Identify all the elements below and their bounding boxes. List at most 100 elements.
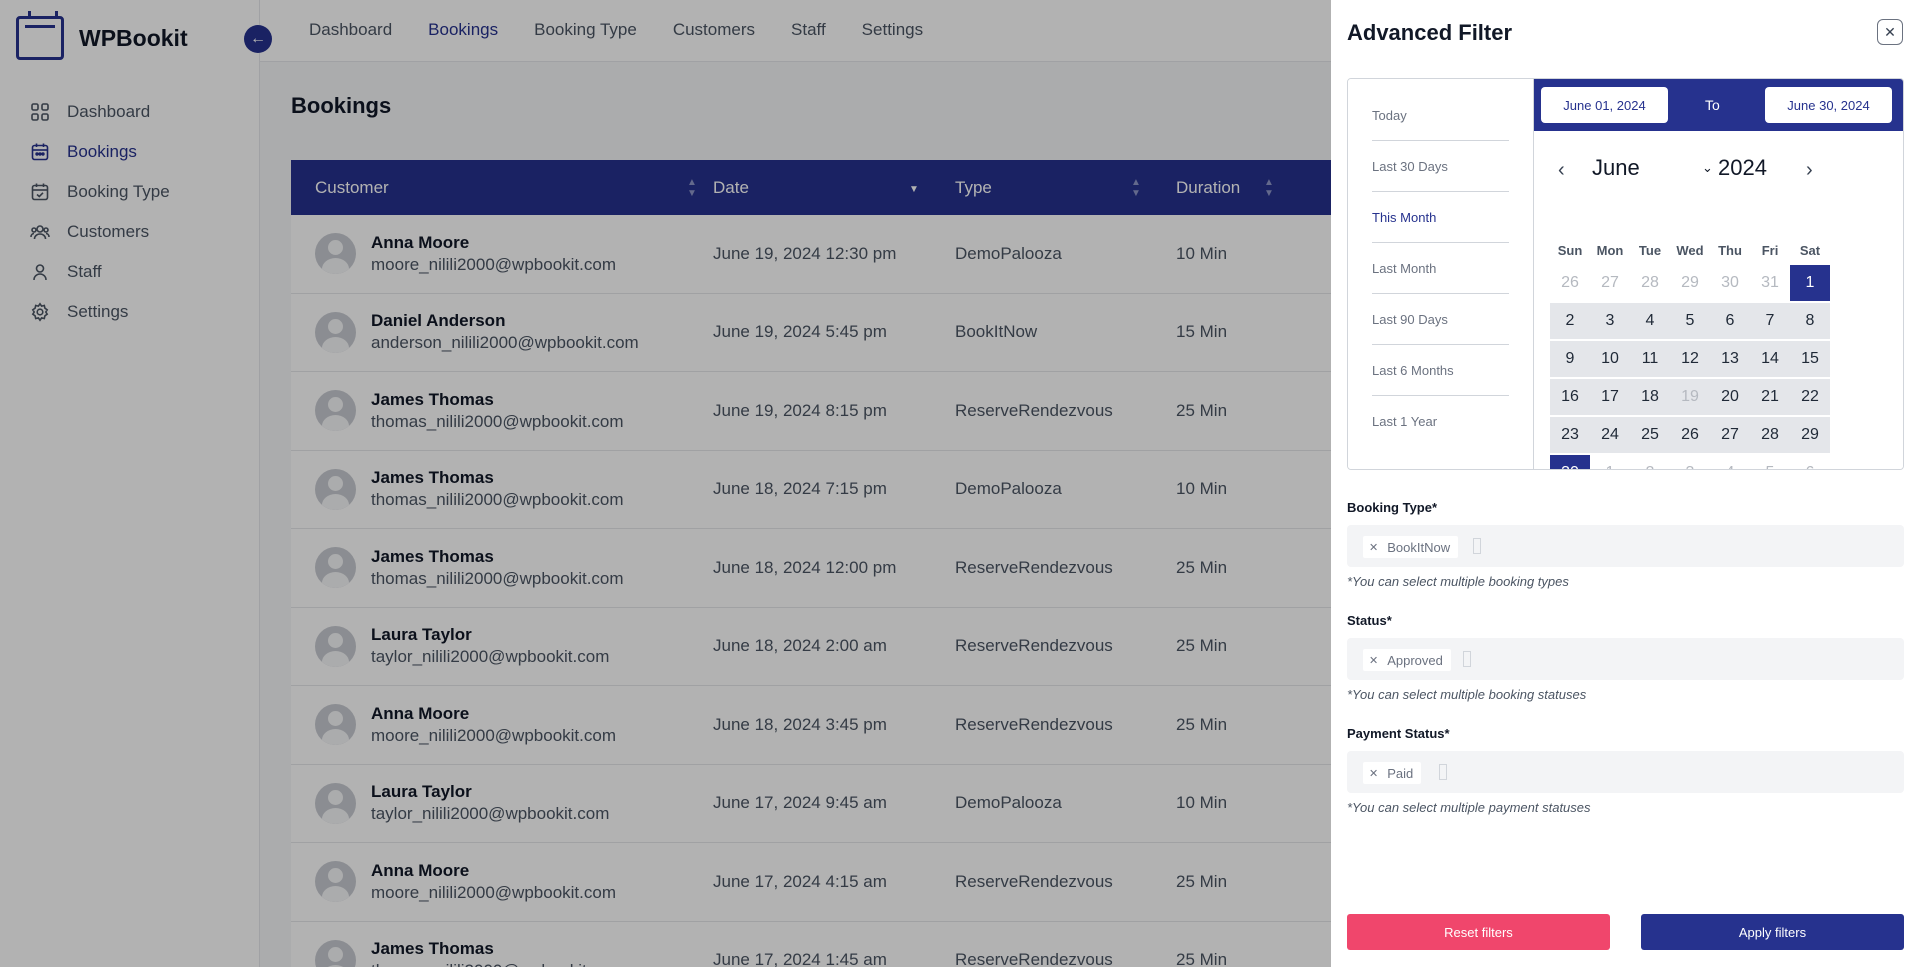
reset-filters-button[interactable]: Reset filters (1347, 914, 1610, 950)
payment-status-select[interactable]: ✕ Paid (1347, 751, 1904, 793)
chevron-down-icon: ⌄ (1702, 160, 1713, 175)
calendar-grid: 26 27 28 29 30 31 1 2 3 4 5 6 7 8 9 10 11 12 13 14 15 16 17 18 1… (1550, 265, 1830, 469)
calendar-day[interactable]: 18 (1630, 379, 1670, 415)
payment-status-hint: *You can select multiple payment statuse… (1347, 800, 1591, 815)
weekday-label: Sat (1799, 243, 1821, 258)
payment-status-chip: ✕ Paid (1363, 762, 1422, 784)
calendar-day[interactable]: 4 (1630, 303, 1670, 339)
weekday-label: Wed (1676, 243, 1704, 258)
next-month-button[interactable]: › (1806, 159, 1813, 182)
calendar-day[interactable]: 21 (1750, 379, 1790, 415)
weekday-label: Tue (1638, 243, 1662, 258)
calendar-day: 31 (1761, 274, 1779, 291)
prev-month-button[interactable]: ‹ (1558, 159, 1565, 182)
calendar-day: 29 (1681, 274, 1699, 291)
payment-status-label: Payment Status* (1347, 726, 1450, 741)
date-range-picker: Today Last 30 Days This Month Last Month… (1347, 78, 1904, 470)
status-select[interactable]: ✕ Approved (1347, 638, 1904, 680)
calendar-day[interactable]: 1 (1790, 265, 1830, 301)
calendar-day[interactable]: 30 (1550, 455, 1590, 469)
calendar-day: 4 (1710, 455, 1750, 469)
calendar-day[interactable]: 29 (1790, 417, 1830, 453)
panel-title: Advanced Filter (1347, 20, 1513, 45)
weekday-label: Fri (1761, 243, 1779, 258)
month-select[interactable]: June (1592, 155, 1640, 181)
calendar-day[interactable]: 26 (1670, 417, 1710, 453)
input-cursor (1473, 538, 1481, 554)
calendar-day[interactable]: 23 (1550, 417, 1590, 453)
status-label: Status* (1347, 613, 1392, 628)
preset-last-6-months[interactable]: Last 6 Months (1372, 345, 1509, 396)
preset-today[interactable]: Today (1372, 90, 1509, 141)
calendar: ‹ June ⌄ 2024 › Sun Mon Tue Wed Thu Fri … (1534, 131, 1903, 469)
calendar-day: 3 (1670, 455, 1710, 469)
booking-type-label: Booking Type* (1347, 500, 1438, 515)
calendar-week: 23 24 25 26 27 28 29 (1550, 417, 1830, 455)
calendar-day[interactable]: 10 (1590, 341, 1630, 377)
booking-type-chip: ✕ BookItNow (1363, 536, 1459, 558)
calendar-day[interactable]: 13 (1710, 341, 1750, 377)
calendar-week: 26 27 28 29 30 31 1 (1550, 265, 1830, 303)
end-date-input[interactable]: June 30, 2024 (1765, 87, 1892, 123)
booking-type-hint: *You can select multiple booking types (1347, 574, 1569, 589)
weekday-label: Sun (1557, 243, 1583, 258)
input-cursor (1463, 651, 1471, 667)
calendar-day[interactable]: 5 (1670, 303, 1710, 339)
status-hint: *You can select multiple booking statuse… (1347, 687, 1587, 702)
date-range-header: June 01, 2024 To June 30, 2024 (1534, 79, 1903, 131)
calendar-day[interactable]: 22 (1790, 379, 1830, 415)
input-cursor (1439, 764, 1447, 780)
weekday-label: Mon (1596, 243, 1624, 258)
year-select[interactable]: 2024 (1718, 155, 1767, 181)
calendar-day[interactable]: 7 (1750, 303, 1790, 339)
calendar-day[interactable]: 16 (1550, 379, 1590, 415)
calendar-day[interactable]: 3 (1590, 303, 1630, 339)
remove-chip-icon[interactable]: ✕ (1369, 654, 1378, 667)
calendar-week: 2345678 (1550, 303, 1830, 341)
to-label: To (1705, 97, 1720, 113)
calendar-day[interactable]: 6 (1710, 303, 1750, 339)
weekday-header: Sun Mon Tue Wed Thu Fri Sat (1550, 243, 1830, 258)
calendar-day[interactable]: 27 (1710, 417, 1750, 453)
calendar-day: 27 (1601, 274, 1619, 291)
calendar-day: 5 (1750, 455, 1790, 469)
preset-last-month[interactable]: Last Month (1372, 243, 1509, 294)
preset-last-90-days[interactable]: Last 90 Days (1372, 294, 1509, 345)
calendar-day[interactable]: 15 (1790, 341, 1830, 377)
preset-last-30-days[interactable]: Last 30 Days (1372, 141, 1509, 192)
start-date-input[interactable]: June 01, 2024 (1541, 87, 1668, 123)
close-button[interactable]: ✕ (1877, 19, 1903, 45)
calendar-day[interactable]: 2 (1550, 303, 1590, 339)
advanced-filter-panel: Advanced Filter ✕ Today Last 30 Days Thi… (1331, 0, 1920, 967)
calendar-day[interactable]: 9 (1550, 341, 1590, 377)
calendar-day: 30 (1721, 274, 1739, 291)
calendar-day: 28 (1641, 274, 1659, 291)
booking-type-select[interactable]: ✕ BookItNow (1347, 525, 1904, 567)
calendar-day[interactable]: 11 (1630, 341, 1670, 377)
calendar-day[interactable]: 12 (1670, 341, 1710, 377)
calendar-day[interactable]: 24 (1590, 417, 1630, 453)
calendar-week: 9 10 11 12 13 14 15 (1550, 341, 1830, 379)
calendar-day[interactable]: 20 (1710, 379, 1750, 415)
calendar-day[interactable]: 28 (1750, 417, 1790, 453)
calendar-day: 26 (1561, 274, 1579, 291)
calendar-day[interactable]: 8 (1790, 303, 1830, 339)
apply-filters-button[interactable]: Apply filters (1641, 914, 1904, 950)
calendar-day[interactable]: 25 (1630, 417, 1670, 453)
status-chip: ✕ Approved (1363, 649, 1451, 671)
calendar-day: 6 (1790, 455, 1830, 469)
remove-chip-icon[interactable]: ✕ (1369, 767, 1378, 780)
calendar-day[interactable]: 14 (1750, 341, 1790, 377)
calendar-day: 2 (1630, 455, 1670, 469)
preset-last-1-year[interactable]: Last 1 Year (1372, 396, 1509, 447)
calendar-week: 16 17 18 19 20 21 22 (1550, 379, 1830, 417)
calendar-day[interactable]: 19 (1670, 379, 1710, 415)
calendar-day[interactable]: 17 (1590, 379, 1630, 415)
preset-this-month[interactable]: This Month (1372, 192, 1509, 243)
calendar-day: 1 (1590, 455, 1630, 469)
close-icon: ✕ (1884, 23, 1896, 40)
weekday-label: Thu (1718, 243, 1742, 258)
date-presets: Today Last 30 Days This Month Last Month… (1348, 79, 1534, 469)
remove-chip-icon[interactable]: ✕ (1369, 541, 1378, 554)
calendar-week: 30123456 (1550, 455, 1830, 469)
